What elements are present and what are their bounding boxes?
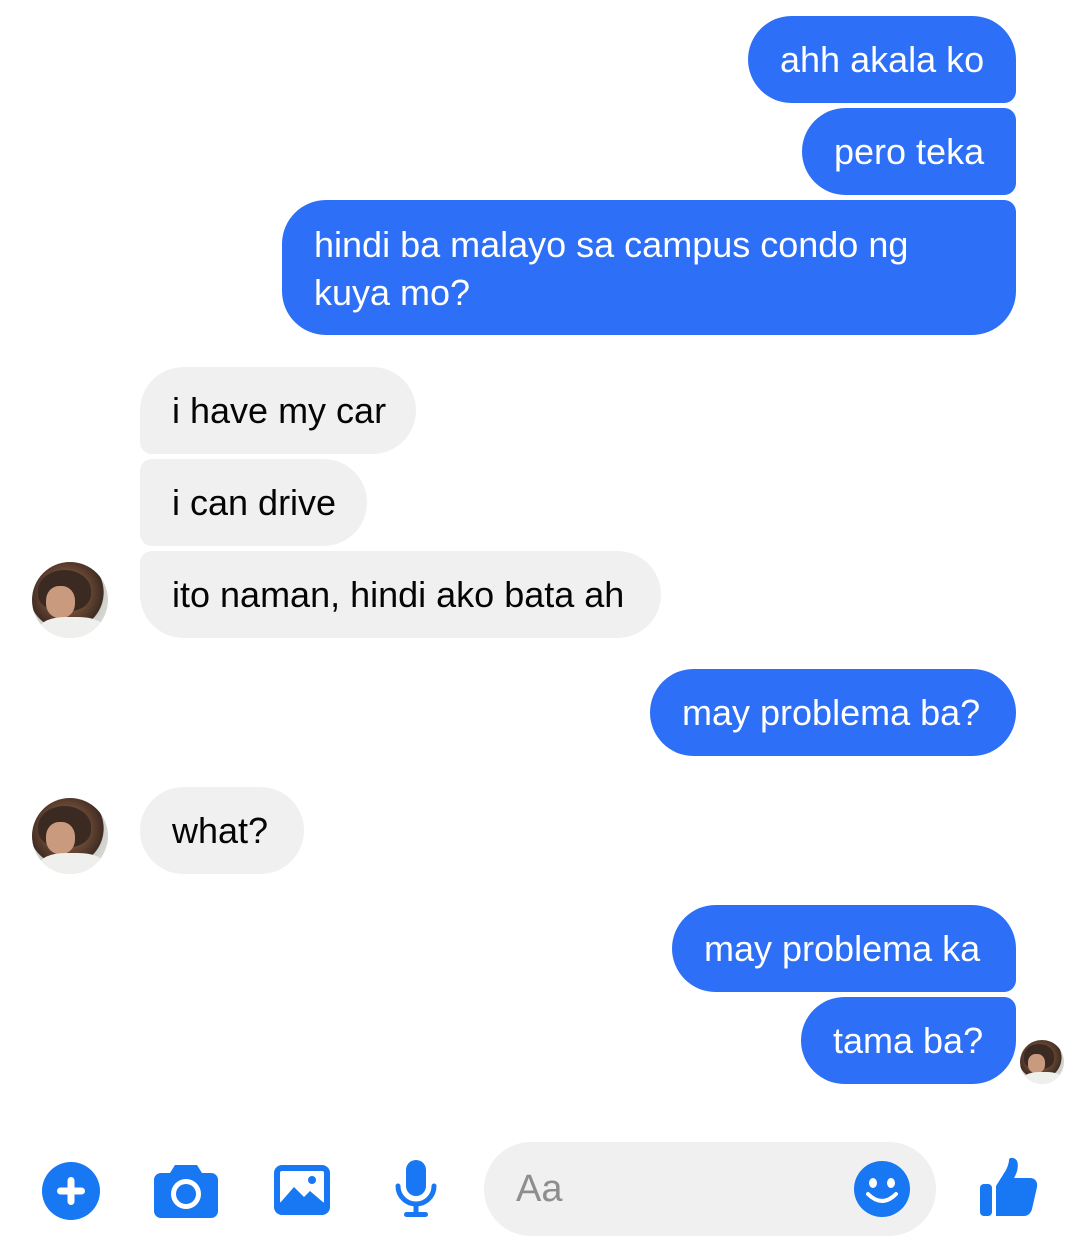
message-bubble-sent[interactable]: pero teka: [802, 108, 1016, 195]
message-bubble-received[interactable]: i can drive: [140, 459, 367, 546]
message-text: i have my car: [172, 390, 387, 431]
message-bubble-received[interactable]: what?: [140, 787, 304, 874]
microphone-icon[interactable]: [392, 1158, 440, 1220]
message-text: pero teka: [834, 131, 985, 172]
message-text: may problema ka: [704, 928, 981, 969]
plus-icon[interactable]: [40, 1160, 102, 1222]
seen-receipt-avatar: [1020, 1040, 1064, 1084]
message-text: i can drive: [172, 482, 337, 523]
message-bubble-sent[interactable]: ahh akala ko: [748, 16, 1016, 103]
message-text: ito naman, hindi ako bata ah: [172, 574, 625, 615]
message-bubble-received[interactable]: ito naman, hindi ako bata ah: [140, 551, 661, 638]
camera-icon[interactable]: [153, 1161, 219, 1219]
message-input-placeholder[interactable]: Aa: [516, 1142, 562, 1236]
message-bubble-received[interactable]: i have my car: [140, 367, 416, 454]
message-bubble-sent[interactable]: may problema ba?: [650, 669, 1016, 756]
message-text: may problema ba?: [682, 692, 981, 733]
message-input-box[interactable]: Aa: [484, 1142, 936, 1236]
emoji-icon[interactable]: [852, 1159, 912, 1219]
message-bubble-sent[interactable]: hindi ba malayo sa campus condo ng kuya …: [282, 200, 1016, 335]
contact-avatar[interactable]: [32, 798, 108, 874]
message-text: hindi ba malayo sa campus condo ng kuya …: [314, 224, 909, 313]
gallery-icon[interactable]: [272, 1163, 332, 1217]
contact-avatar[interactable]: [32, 562, 108, 638]
message-text: ahh akala ko: [780, 39, 985, 80]
message-bubble-sent[interactable]: tama ba?: [801, 997, 1016, 1084]
message-text: tama ba?: [833, 1020, 984, 1061]
message-bubble-sent[interactable]: may problema ka: [672, 905, 1016, 992]
thumbs-up-icon[interactable]: [978, 1156, 1040, 1220]
message-text: what?: [172, 810, 269, 851]
